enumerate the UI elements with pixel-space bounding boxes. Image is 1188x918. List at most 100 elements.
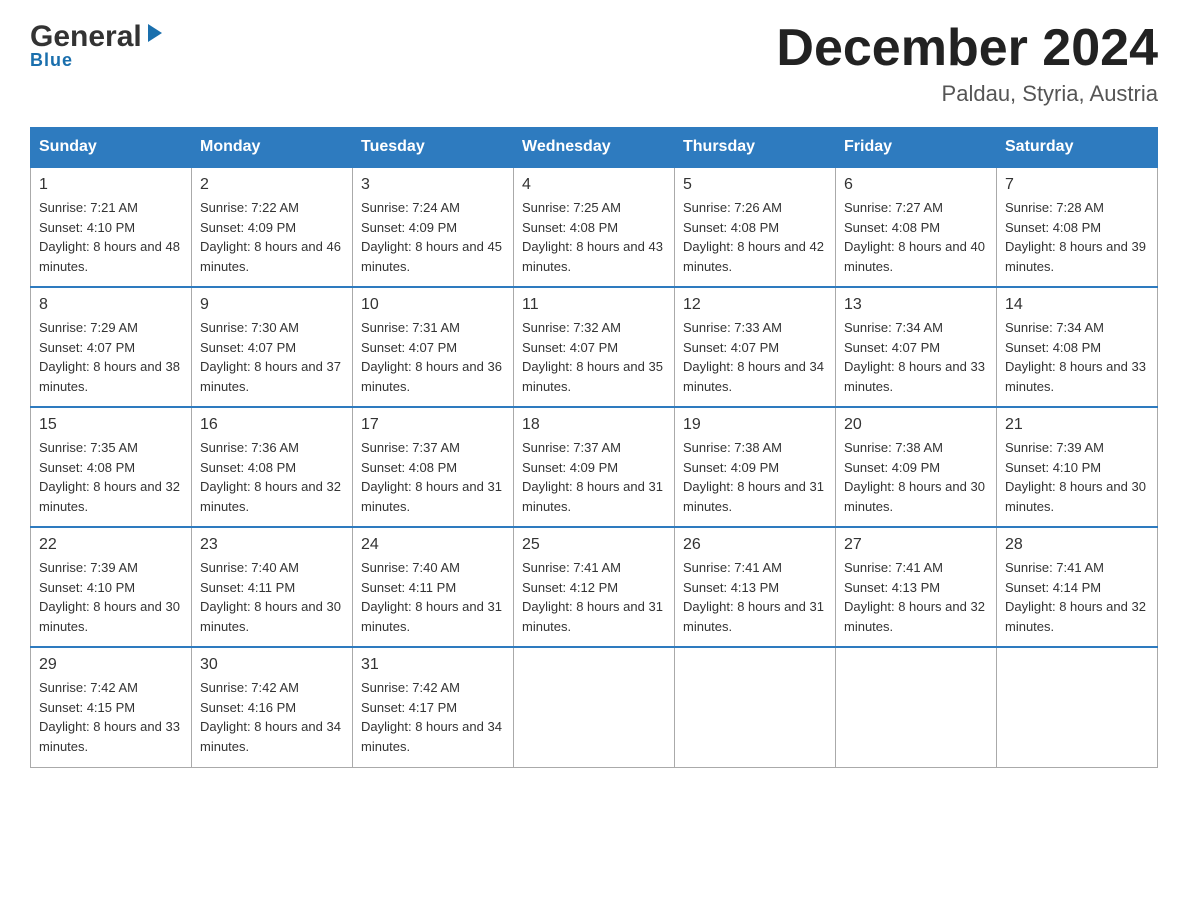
day-info: Sunrise: 7:31 AM Sunset: 4:07 PM Dayligh…: [361, 318, 505, 396]
sunset-label: Sunset: 4:08 PM: [522, 220, 618, 235]
day-info: Sunrise: 7:41 AM Sunset: 4:12 PM Dayligh…: [522, 558, 666, 636]
calendar-cell: 2 Sunrise: 7:22 AM Sunset: 4:09 PM Dayli…: [192, 167, 353, 287]
calendar-cell: 1 Sunrise: 7:21 AM Sunset: 4:10 PM Dayli…: [31, 167, 192, 287]
sunrise-label: Sunrise: 7:28 AM: [1005, 200, 1104, 215]
day-info: Sunrise: 7:41 AM Sunset: 4:13 PM Dayligh…: [683, 558, 827, 636]
day-info: Sunrise: 7:38 AM Sunset: 4:09 PM Dayligh…: [683, 438, 827, 516]
sunrise-label: Sunrise: 7:33 AM: [683, 320, 782, 335]
sunrise-label: Sunrise: 7:34 AM: [1005, 320, 1104, 335]
day-number: 6: [844, 176, 988, 194]
day-number: 13: [844, 296, 988, 314]
sunrise-label: Sunrise: 7:41 AM: [683, 560, 782, 575]
sunrise-label: Sunrise: 7:41 AM: [1005, 560, 1104, 575]
sunset-label: Sunset: 4:07 PM: [844, 340, 940, 355]
daylight-label: Daylight: 8 hours and 36 minutes.: [361, 359, 502, 394]
sunset-label: Sunset: 4:09 PM: [844, 460, 940, 475]
sunrise-label: Sunrise: 7:29 AM: [39, 320, 138, 335]
daylight-label: Daylight: 8 hours and 48 minutes.: [39, 239, 180, 274]
sunset-label: Sunset: 4:09 PM: [200, 220, 296, 235]
calendar-subtitle: Paldau, Styria, Austria: [776, 81, 1158, 107]
sunrise-label: Sunrise: 7:21 AM: [39, 200, 138, 215]
sunset-label: Sunset: 4:08 PM: [361, 460, 457, 475]
calendar-cell: 18 Sunrise: 7:37 AM Sunset: 4:09 PM Dayl…: [514, 407, 675, 527]
logo: General Blue: [30, 20, 166, 71]
day-info: Sunrise: 7:26 AM Sunset: 4:08 PM Dayligh…: [683, 198, 827, 276]
daylight-label: Daylight: 8 hours and 45 minutes.: [361, 239, 502, 274]
calendar-cell: 14 Sunrise: 7:34 AM Sunset: 4:08 PM Dayl…: [997, 287, 1158, 407]
sunrise-label: Sunrise: 7:38 AM: [844, 440, 943, 455]
sunrise-label: Sunrise: 7:35 AM: [39, 440, 138, 455]
daylight-label: Daylight: 8 hours and 30 minutes.: [1005, 479, 1146, 514]
day-number: 14: [1005, 296, 1149, 314]
day-info: Sunrise: 7:29 AM Sunset: 4:07 PM Dayligh…: [39, 318, 183, 396]
sunset-label: Sunset: 4:14 PM: [1005, 580, 1101, 595]
daylight-label: Daylight: 8 hours and 43 minutes.: [522, 239, 663, 274]
day-number: 15: [39, 416, 183, 434]
calendar-cell: 17 Sunrise: 7:37 AM Sunset: 4:08 PM Dayl…: [353, 407, 514, 527]
day-info: Sunrise: 7:33 AM Sunset: 4:07 PM Dayligh…: [683, 318, 827, 396]
sunset-label: Sunset: 4:10 PM: [39, 220, 135, 235]
sunrise-label: Sunrise: 7:37 AM: [522, 440, 621, 455]
sunset-label: Sunset: 4:07 PM: [683, 340, 779, 355]
day-info: Sunrise: 7:27 AM Sunset: 4:08 PM Dayligh…: [844, 198, 988, 276]
logo-general-text: General: [30, 20, 142, 54]
calendar-cell: 4 Sunrise: 7:25 AM Sunset: 4:08 PM Dayli…: [514, 167, 675, 287]
col-sunday: Sunday: [31, 128, 192, 168]
calendar-cell: 16 Sunrise: 7:36 AM Sunset: 4:08 PM Dayl…: [192, 407, 353, 527]
calendar-cell: 5 Sunrise: 7:26 AM Sunset: 4:08 PM Dayli…: [675, 167, 836, 287]
sunset-label: Sunset: 4:12 PM: [522, 580, 618, 595]
col-thursday: Thursday: [675, 128, 836, 168]
sunrise-label: Sunrise: 7:24 AM: [361, 200, 460, 215]
sunset-label: Sunset: 4:09 PM: [361, 220, 457, 235]
daylight-label: Daylight: 8 hours and 34 minutes.: [200, 719, 341, 754]
calendar-cell: 27 Sunrise: 7:41 AM Sunset: 4:13 PM Dayl…: [836, 527, 997, 647]
col-wednesday: Wednesday: [514, 128, 675, 168]
daylight-label: Daylight: 8 hours and 46 minutes.: [200, 239, 341, 274]
day-number: 7: [1005, 176, 1149, 194]
calendar-cell: 9 Sunrise: 7:30 AM Sunset: 4:07 PM Dayli…: [192, 287, 353, 407]
sunset-label: Sunset: 4:09 PM: [683, 460, 779, 475]
sunset-label: Sunset: 4:16 PM: [200, 700, 296, 715]
calendar-week-5: 29 Sunrise: 7:42 AM Sunset: 4:15 PM Dayl…: [31, 647, 1158, 767]
day-info: Sunrise: 7:24 AM Sunset: 4:09 PM Dayligh…: [361, 198, 505, 276]
day-number: 29: [39, 656, 183, 674]
sunset-label: Sunset: 4:10 PM: [39, 580, 135, 595]
sunrise-label: Sunrise: 7:22 AM: [200, 200, 299, 215]
day-number: 26: [683, 536, 827, 554]
calendar-week-4: 22 Sunrise: 7:39 AM Sunset: 4:10 PM Dayl…: [31, 527, 1158, 647]
daylight-label: Daylight: 8 hours and 32 minutes.: [200, 479, 341, 514]
day-info: Sunrise: 7:41 AM Sunset: 4:14 PM Dayligh…: [1005, 558, 1149, 636]
sunrise-label: Sunrise: 7:40 AM: [200, 560, 299, 575]
daylight-label: Daylight: 8 hours and 30 minutes.: [200, 599, 341, 634]
day-info: Sunrise: 7:39 AM Sunset: 4:10 PM Dayligh…: [1005, 438, 1149, 516]
calendar-cell: 26 Sunrise: 7:41 AM Sunset: 4:13 PM Dayl…: [675, 527, 836, 647]
calendar-cell: 6 Sunrise: 7:27 AM Sunset: 4:08 PM Dayli…: [836, 167, 997, 287]
logo-blue-text: Blue: [30, 50, 73, 71]
daylight-label: Daylight: 8 hours and 31 minutes.: [522, 479, 663, 514]
sunset-label: Sunset: 4:13 PM: [683, 580, 779, 595]
calendar-header-row: Sunday Monday Tuesday Wednesday Thursday…: [31, 128, 1158, 168]
calendar-cell: 15 Sunrise: 7:35 AM Sunset: 4:08 PM Dayl…: [31, 407, 192, 527]
day-number: 27: [844, 536, 988, 554]
day-info: Sunrise: 7:40 AM Sunset: 4:11 PM Dayligh…: [361, 558, 505, 636]
logo-flag-icon: [144, 22, 166, 49]
sunrise-label: Sunrise: 7:37 AM: [361, 440, 460, 455]
sunrise-label: Sunrise: 7:38 AM: [683, 440, 782, 455]
daylight-label: Daylight: 8 hours and 38 minutes.: [39, 359, 180, 394]
day-number: 11: [522, 296, 666, 314]
day-info: Sunrise: 7:28 AM Sunset: 4:08 PM Dayligh…: [1005, 198, 1149, 276]
daylight-label: Daylight: 8 hours and 33 minutes.: [39, 719, 180, 754]
day-number: 5: [683, 176, 827, 194]
daylight-label: Daylight: 8 hours and 40 minutes.: [844, 239, 985, 274]
day-info: Sunrise: 7:35 AM Sunset: 4:08 PM Dayligh…: [39, 438, 183, 516]
day-number: 3: [361, 176, 505, 194]
calendar-cell: 7 Sunrise: 7:28 AM Sunset: 4:08 PM Dayli…: [997, 167, 1158, 287]
day-number: 9: [200, 296, 344, 314]
daylight-label: Daylight: 8 hours and 42 minutes.: [683, 239, 824, 274]
day-info: Sunrise: 7:38 AM Sunset: 4:09 PM Dayligh…: [844, 438, 988, 516]
daylight-label: Daylight: 8 hours and 34 minutes.: [683, 359, 824, 394]
daylight-label: Daylight: 8 hours and 31 minutes.: [683, 599, 824, 634]
day-number: 17: [361, 416, 505, 434]
sunrise-label: Sunrise: 7:25 AM: [522, 200, 621, 215]
calendar-cell: 23 Sunrise: 7:40 AM Sunset: 4:11 PM Dayl…: [192, 527, 353, 647]
